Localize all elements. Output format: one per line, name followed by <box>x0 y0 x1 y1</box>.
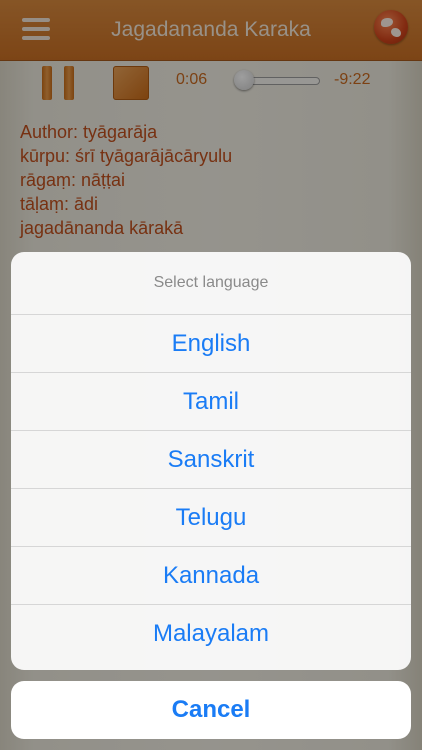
language-option-english[interactable]: English <box>11 315 411 373</box>
action-sheet-title: Select language <box>11 252 411 315</box>
language-option-malayalam[interactable]: Malayalam <box>11 605 411 662</box>
language-option-kannada[interactable]: Kannada <box>11 547 411 605</box>
language-option-tamil[interactable]: Tamil <box>11 373 411 431</box>
language-option-sanskrit[interactable]: Sanskrit <box>11 431 411 489</box>
language-option-telugu[interactable]: Telugu <box>11 489 411 547</box>
cancel-button[interactable]: Cancel <box>11 681 411 739</box>
language-action-sheet: Select language English Tamil Sanskrit T… <box>11 252 411 670</box>
